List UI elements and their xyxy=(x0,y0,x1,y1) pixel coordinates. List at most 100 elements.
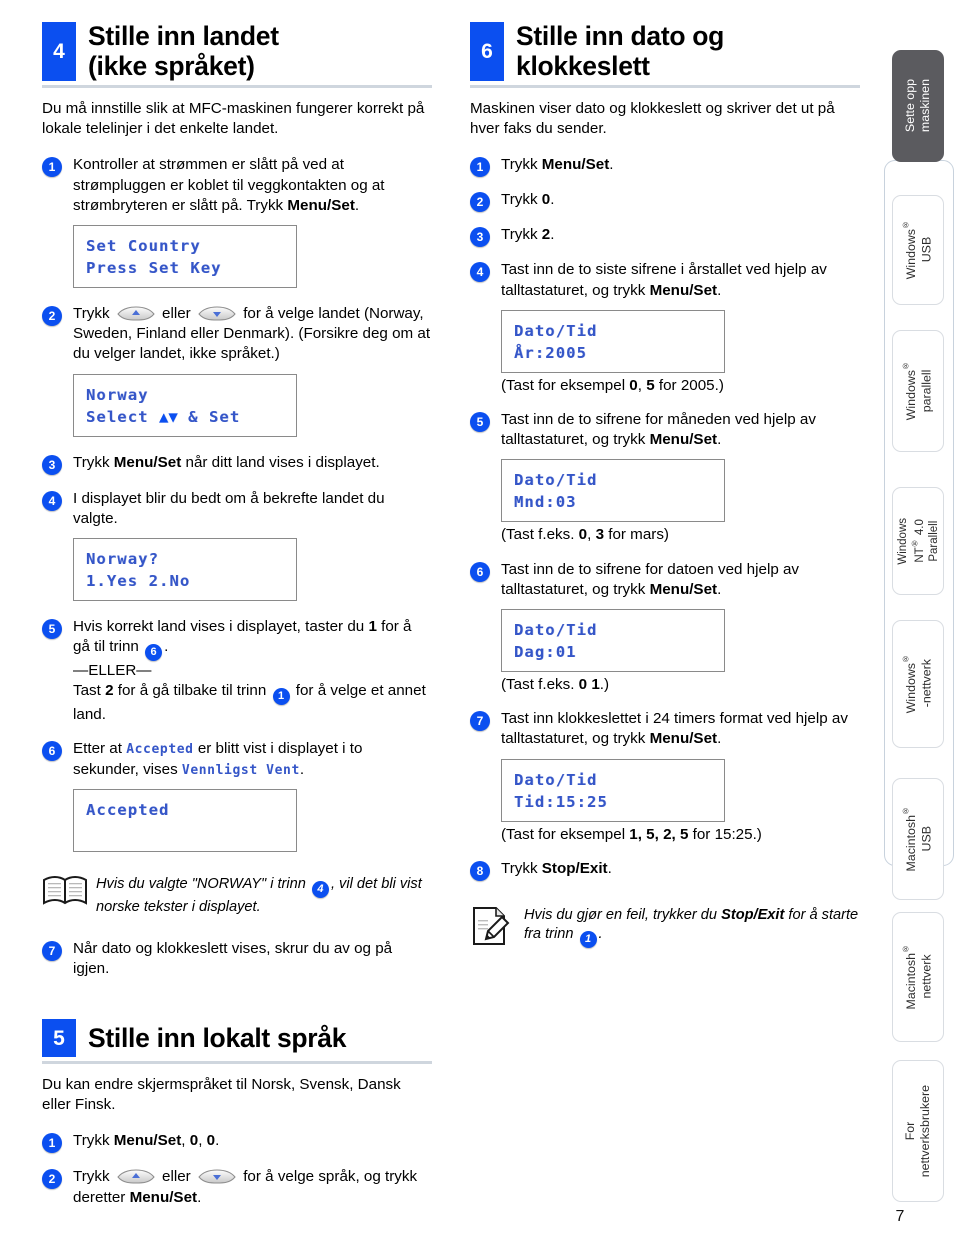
step-bullet: 7 xyxy=(470,711,490,732)
section-5-number: 5 xyxy=(42,1019,76,1058)
tab-line2: USB xyxy=(919,826,934,852)
sidebar-item-label: Windows® parallell xyxy=(901,361,934,420)
lcd-display: Dato/Tid Tid:15:25 xyxy=(501,758,725,822)
note-key-2: 3 xyxy=(595,526,605,544)
step-text-tail: . xyxy=(550,191,555,209)
section-6-title-line1: Stille inn dato og xyxy=(516,21,725,51)
step-alt-separator: —ELLER— xyxy=(73,662,152,680)
nav-down-key-icon[interactable] xyxy=(198,306,236,321)
lcd-line: Norway xyxy=(86,385,149,404)
step-item: 1 Trykk Menu/Set. xyxy=(470,155,860,178)
step-text-tail: . xyxy=(717,431,722,449)
lcd-display: Norway? 1.Yes 2.No xyxy=(73,538,297,602)
step-bold: 2 xyxy=(105,682,114,700)
tab-line1-wrap: Windows® xyxy=(901,654,918,713)
registered-icon: ® xyxy=(901,944,911,954)
sidebar-item-sette-opp-maskinen[interactable]: Sette opp maskinen xyxy=(892,50,944,162)
tip-ref-bullet: 4 xyxy=(311,880,329,898)
manual-page: 4 Stille inn landet (ikke språket) Du må… xyxy=(0,0,960,1245)
sidebar-item-windows-nettverk[interactable]: Windows® -nettverk xyxy=(892,620,944,748)
section-5-intro: Du kan endre skjermspråket til Norsk, Sv… xyxy=(42,1075,401,1114)
sidebar-item-macintosh-usb[interactable]: Macintosh® USB xyxy=(892,778,944,900)
lcd-line: Mnd:03 xyxy=(514,493,577,512)
registered-icon: ® xyxy=(909,538,919,548)
tab-line1-wrap: Windows® xyxy=(901,361,918,420)
section-4-number: 4 xyxy=(42,22,76,82)
step-item: 4 I displayet blir du bedt om å bekrefte… xyxy=(42,489,432,603)
nav-up-key-icon[interactable] xyxy=(117,306,155,321)
sidebar-item-windows-parallell[interactable]: Windows® parallell xyxy=(892,330,944,452)
step-text-tail: . xyxy=(197,1188,202,1206)
section-5-steps: 1 Trykk Menu/Set, 0, 0. 2 Trykk eller fo… xyxy=(42,1131,432,1207)
sidebar-item-label: For nettverksbrukere xyxy=(903,1085,933,1177)
sidebar-item-windows-usb[interactable]: Windows® USB xyxy=(892,195,944,305)
lcd-line: Dato/Tid xyxy=(514,770,598,789)
nav-down-key-icon[interactable] xyxy=(198,1169,236,1184)
step-bold: Menu/Set xyxy=(287,196,355,214)
tab-line1: Macintosh xyxy=(904,815,919,872)
step-bullet: 2 xyxy=(42,1169,62,1190)
sidebar-tabs: Sette opp maskinen Windows® USB Windows®… xyxy=(880,0,960,1245)
section-6-rule xyxy=(470,85,860,88)
section-4-title-line2: (ikke språket) xyxy=(88,50,255,81)
step-text: eller xyxy=(162,304,191,322)
step-text-tail: . xyxy=(354,196,360,214)
step-text: Trykk xyxy=(501,191,542,209)
step-bold: 2 xyxy=(541,226,551,244)
lcd-display: Set Country Press Set Key xyxy=(73,224,297,288)
step-bold: Menu/Set xyxy=(541,156,610,174)
step-note: (Tast for eksempel 1, 5, 2, 5 for 15:25.… xyxy=(501,825,860,845)
tab-line3: 4.0 xyxy=(913,519,926,536)
tab-line1: Sette opp xyxy=(902,79,917,133)
sidebar-item-macintosh-nettverk[interactable]: Macintosh® nettverk xyxy=(892,912,944,1042)
lcd-display: Dato/Tid Dag:01 xyxy=(501,609,725,673)
tab-line2-wrap: NT® 4.0 xyxy=(909,519,926,563)
step-bullet: 5 xyxy=(42,619,62,640)
section-4-title-line1: Stille inn landet xyxy=(88,21,279,51)
section-6-header: 6 Stille inn dato og klokkeslett xyxy=(470,21,860,82)
step-bullet: 3 xyxy=(470,227,490,248)
sidebar-item-label: Macintosh® nettverk xyxy=(901,944,934,1009)
tab-line1: For xyxy=(902,1121,917,1141)
tab-line2: NT xyxy=(913,547,926,563)
lcd-line: 1.Yes 2.No xyxy=(86,572,191,591)
step-text-tail: . xyxy=(717,730,722,748)
step-item: 7 Når dato og klokkeslett vises, skrur d… xyxy=(42,939,432,979)
tab-line2: -nettverk xyxy=(919,659,934,709)
sidebar-item-windows-nt-40-parallell[interactable]: Windows NT® 4.0 Parallell xyxy=(892,487,944,595)
section-5-header: 5 Stille inn lokalt språk xyxy=(42,1019,432,1058)
sidebar-item-for-nettverksbrukere[interactable]: For nettverksbrukere xyxy=(892,1060,944,1202)
tip-note-pencil: Hvis du gjør en feil, trykker du Stop/Ex… xyxy=(470,903,860,952)
step-bold: Menu/Set xyxy=(113,453,182,471)
step-text: Trykk xyxy=(73,304,110,322)
step-note: (Tast f.eks. 0 1.) xyxy=(501,675,860,695)
tab-line1: Windows xyxy=(904,229,919,280)
note-key-1: 0 xyxy=(629,376,638,394)
step-text: for å gå tilbake til trinn xyxy=(113,682,271,700)
step-bullet: 7 xyxy=(42,940,62,961)
lcd-display: Accepted xyxy=(73,788,297,852)
lcd-line: Set Country xyxy=(86,236,201,255)
step-text-tail: . xyxy=(607,859,612,877)
step-item: 1 Trykk Menu/Set, 0, 0. xyxy=(42,1131,432,1154)
step-item: 3 Trykk Menu/Set når ditt land vises i d… xyxy=(42,453,432,475)
left-column: 4 Stille inn landet (ikke språket) Du må… xyxy=(42,21,432,1222)
lcd-line: Select ▲▼ & Set xyxy=(86,406,284,428)
tab-line2: nettverksbrukere xyxy=(918,1084,932,1178)
step-text: Trykk xyxy=(501,226,542,244)
step-note: (Tast f.eks. 0, 3 for mars) xyxy=(501,525,860,545)
lcd-inline-text: Vennligst Vent xyxy=(181,762,300,778)
section-5-title: Stille inn lokalt språk xyxy=(88,1022,347,1053)
step-bullet: 1 xyxy=(42,157,62,178)
section-6-steps: 1 Trykk Menu/Set. 2 Trykk 0. 3 Trykk 2. … xyxy=(470,155,860,881)
nav-up-key-icon[interactable] xyxy=(117,1169,155,1184)
step-bold: Stop/Exit xyxy=(541,859,608,877)
step-text-tail: . xyxy=(550,226,555,244)
step-bold: Menu/Set xyxy=(649,281,718,299)
lcd-line: Norway? xyxy=(86,550,160,569)
tip-text: Hvis du valgte "NORWAY" i trinn 4, vil d… xyxy=(96,872,432,917)
tip-text-a: Hvis du gjør en feil, trykker du xyxy=(524,906,722,923)
step-bold: 1 xyxy=(368,618,377,636)
registered-icon: ® xyxy=(901,806,911,816)
step-text-tail: . xyxy=(609,156,614,174)
